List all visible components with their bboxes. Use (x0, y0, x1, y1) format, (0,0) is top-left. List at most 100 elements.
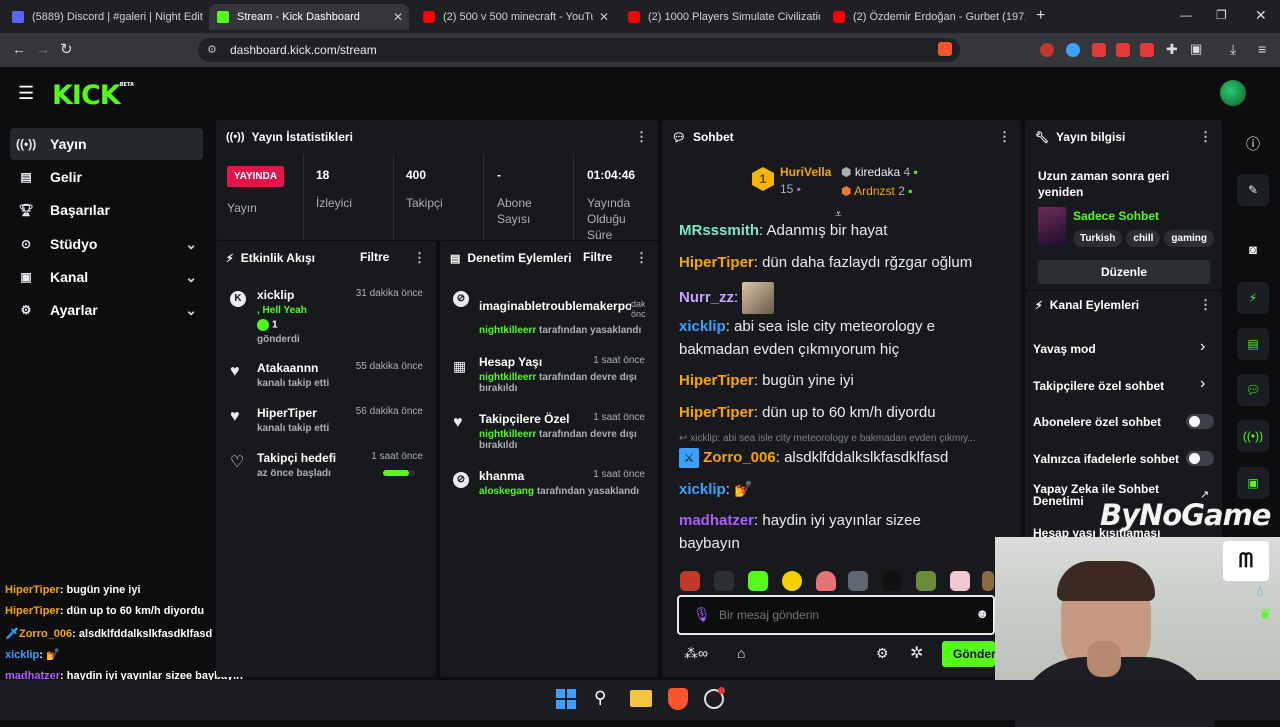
ublock-icon[interactable] (1040, 43, 1054, 57)
subscribers-only-toggle[interactable] (1186, 414, 1214, 429)
browser-tab-kick[interactable]: Stream - Kick Dashboard ✕ (209, 4, 409, 30)
followers-only-row[interactable]: Takipçilere özel sohbet (1033, 379, 1164, 393)
maximize-icon[interactable]: ❐ (1216, 8, 1227, 22)
chat-username[interactable]: HiperTiper (679, 404, 754, 421)
chat-icon[interactable]: 💬︎ (1237, 374, 1269, 406)
browser-tab-youtube-3[interactable]: (2) Özdemir Erdoğan - Gurbet (1972) (825, 4, 1025, 30)
edit-button[interactable]: Düzenle (1038, 260, 1210, 284)
channel-logo-icon: ᗰ (1223, 541, 1269, 581)
emote-icon[interactable] (916, 571, 936, 591)
leader-name[interactable]: Ardnzst (854, 184, 895, 198)
chat-username[interactable]: HiperTiper (679, 372, 754, 389)
document-icon[interactable]: ▤ (1237, 328, 1269, 360)
hamburger-menu-icon[interactable]: ☰ (18, 83, 34, 104)
leader-name[interactable]: kiredaka (855, 165, 900, 179)
chevron-right-icon[interactable]: › (1200, 338, 1205, 356)
chat-username[interactable]: Zorro_006 (703, 449, 776, 466)
filter-button[interactable]: Filtre (583, 250, 612, 264)
sidebar-item-studyo[interactable]: ⊙ Stüdyo ⌄ (10, 228, 203, 260)
info-icon[interactable]: ⓘ (1237, 128, 1269, 160)
sidebar-item-basarilar[interactable]: 🏆︎ Başarılar (10, 194, 203, 226)
slow-mode-row[interactable]: Yavaş mod (1033, 342, 1096, 356)
back-icon[interactable]: ← (12, 41, 26, 57)
emoji-picker-icon[interactable]: ☻ (975, 606, 989, 621)
chat-input[interactable] (719, 606, 959, 624)
more-options-icon[interactable]: ⋮ (1199, 297, 1212, 313)
tab-label: (2) 500 v 500 minecraft - YouTube (443, 11, 593, 23)
chat-username[interactable]: xicklip (679, 318, 726, 335)
site-info-icon[interactable]: ⚙ (207, 43, 217, 56)
tag-chip[interactable]: Turkish (1073, 230, 1123, 247)
sidebar-toggle-icon[interactable]: ▣ (1190, 41, 1202, 57)
brave-shield-icon[interactable] (938, 42, 952, 56)
chat-username[interactable]: Nurr_zz (679, 289, 734, 306)
camera-icon[interactable]: ◙ (1237, 234, 1269, 266)
extension-icon[interactable] (1092, 43, 1106, 57)
bot-icon[interactable]: ✲ (910, 643, 923, 663)
chat-username[interactable]: HiperTiper (679, 254, 754, 271)
new-tab-icon[interactable]: + (1036, 7, 1045, 25)
extension-icon[interactable] (1116, 43, 1130, 57)
address-bar[interactable]: ⚙ dashboard.kick.com/stream (198, 38, 960, 62)
microphone-icon[interactable]: 🎙︎ (693, 606, 711, 623)
sidebar-item-kanal[interactable]: ▣ Kanal ⌄ (10, 261, 203, 293)
forward-icon[interactable]: → (36, 41, 50, 57)
browser-tab-youtube-2[interactable]: (2) 1000 Players Simulate Civilization..… (620, 4, 820, 30)
top-gifter-name[interactable]: HuriVella (780, 165, 831, 179)
close-window-icon[interactable]: ✕ (1255, 7, 1267, 24)
chat-settings-gear-icon[interactable]: ⚙ (876, 645, 889, 662)
chat-username[interactable]: xicklip (679, 481, 726, 498)
download-icon[interactable]: ⤓ (1230, 41, 1236, 58)
emote-icon[interactable] (680, 571, 700, 591)
browser-tab-discord[interactable]: (5889) Discord | #galeri | Night Edit (4, 4, 204, 30)
avatar[interactable] (1220, 80, 1246, 106)
emote-icon[interactable] (748, 571, 768, 591)
kick-cycle-icon[interactable]: ⁂∞ (684, 645, 708, 662)
close-tab-icon[interactable]: ✕ (393, 10, 403, 24)
chat-username[interactable]: madhatzer (679, 512, 754, 529)
lightning-icon[interactable]: ⚡︎ (1237, 282, 1269, 314)
more-options-icon[interactable]: ⋮ (635, 129, 648, 145)
sidebar-item-gelir[interactable]: ▤ Gelir (10, 161, 203, 193)
minimize-icon[interactable]: — (1180, 8, 1192, 22)
broadcast-icon[interactable]: ((•)) (1237, 420, 1269, 452)
emote-icon[interactable] (714, 571, 734, 591)
chevron-right-icon[interactable]: › (1200, 375, 1205, 393)
sidebar-item-yayin[interactable]: ((•)) Yayın (10, 128, 203, 160)
more-options-icon[interactable]: ⋮ (413, 250, 426, 266)
category-link[interactable]: Sadece Sohbet (1073, 209, 1159, 223)
kick-logo[interactable]: KICKBETA (52, 80, 134, 111)
more-options-icon[interactable]: ⋮ (998, 129, 1011, 145)
emote-icon[interactable] (950, 571, 970, 591)
windows-start-icon[interactable] (556, 689, 576, 709)
tag-chip[interactable]: chill (1126, 230, 1161, 247)
send-button[interactable]: Gönder (942, 641, 995, 667)
brave-browser-icon[interactable] (668, 688, 688, 710)
emote-icon[interactable] (782, 571, 802, 591)
reload-icon[interactable]: ↻ (60, 40, 73, 58)
more-options-icon[interactable]: ⋮ (1199, 129, 1212, 145)
filter-button[interactable]: Filtre (360, 250, 389, 264)
youtube-icon (423, 11, 435, 23)
edit-pencil-icon[interactable]: ✎ (1237, 174, 1269, 206)
emotes-only-toggle[interactable] (1186, 451, 1214, 466)
more-options-icon[interactable]: ⋮ (635, 250, 648, 266)
tag-chip[interactable]: gaming (1164, 230, 1214, 247)
chat-input-box[interactable]: 🎙︎ ☻ (677, 595, 995, 635)
extension-icon[interactable] (1140, 43, 1154, 57)
layout-icon[interactable]: ▣ (1237, 467, 1269, 499)
search-icon[interactable]: ⚲ (594, 688, 606, 708)
emote-icon[interactable] (982, 571, 994, 591)
menu-icon[interactable]: ≡ (1258, 41, 1266, 57)
chat-username[interactable]: MRsssmith (679, 222, 759, 239)
emote-icon[interactable] (816, 571, 836, 591)
emote-icon[interactable] (882, 571, 902, 591)
sidebar-item-ayarlar[interactable]: ⚙ Ayarlar ⌄ (10, 294, 203, 326)
emote-icon[interactable] (848, 571, 868, 591)
extensions-puzzle-icon[interactable]: ✚ (1166, 41, 1178, 58)
store-icon[interactable]: ⌂ (737, 645, 745, 661)
file-explorer-icon[interactable] (630, 690, 652, 707)
extension-icon[interactable] (1066, 43, 1080, 57)
close-tab-icon[interactable]: ✕ (599, 10, 609, 24)
browser-tab-youtube-1[interactable]: (2) 500 v 500 minecraft - YouTube ✕ (415, 4, 615, 30)
